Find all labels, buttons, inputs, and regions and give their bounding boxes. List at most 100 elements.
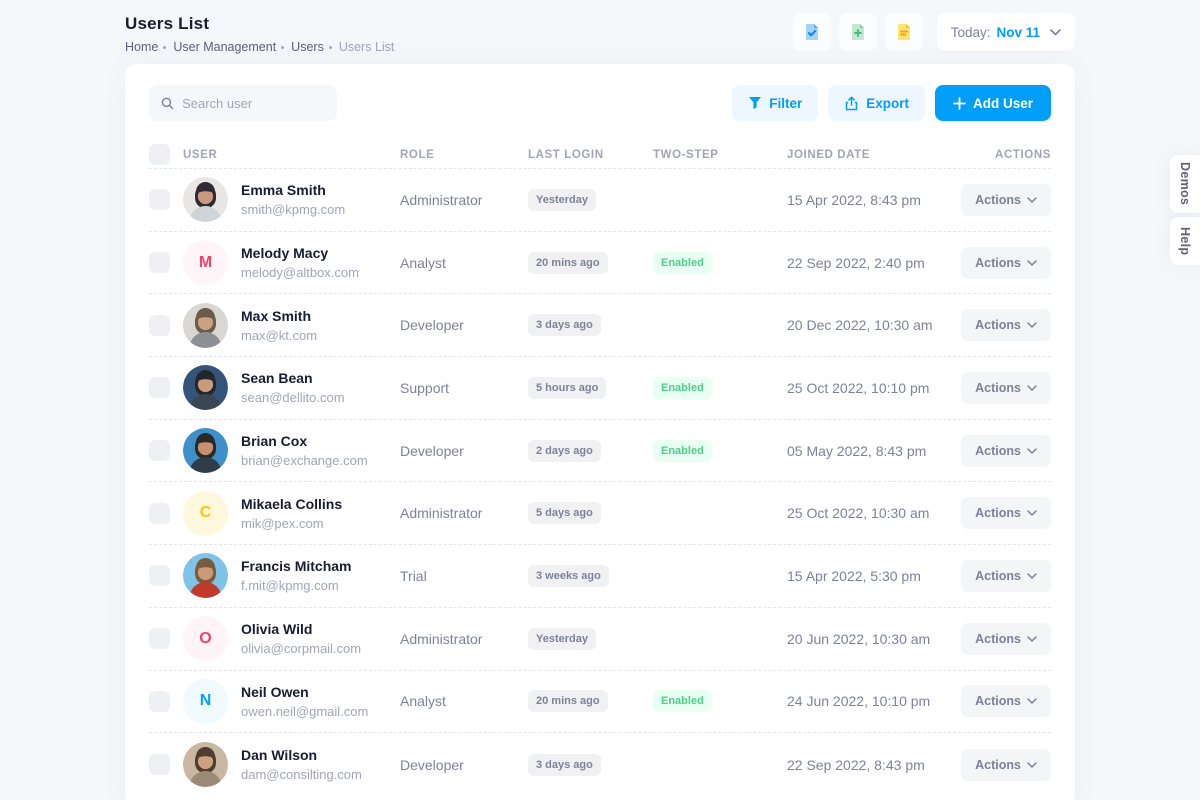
chevron-down-icon [1027, 762, 1037, 768]
actions-cell: Actions [951, 560, 1051, 592]
user-cell: Dan Wilson dam@consilting.com [183, 742, 400, 787]
row-checkbox[interactable] [149, 440, 170, 461]
last-login-cell: Yesterday [528, 189, 653, 211]
row-checkbox-cell [149, 628, 183, 649]
avatar[interactable] [183, 553, 228, 598]
chevron-down-icon [1027, 573, 1037, 579]
doc-lines-icon[interactable] [885, 13, 923, 51]
user-name[interactable]: Emma Smith [241, 182, 345, 198]
chevron-down-icon [1027, 698, 1037, 704]
user-name[interactable]: Brian Cox [241, 433, 368, 449]
last-login-badge: Yesterday [528, 628, 596, 650]
table-row: Emma Smith smith@kpmg.com Administrator … [149, 169, 1051, 232]
actions-button[interactable]: Actions [961, 309, 1051, 341]
actions-button[interactable]: Actions [961, 623, 1051, 655]
user-email: sean@dellito.com [241, 390, 345, 405]
export-button[interactable]: Export [828, 85, 925, 121]
user-cell: C Mikaela Collins mik@pex.com [183, 491, 400, 536]
last-login-cell: 20 mins ago [528, 690, 653, 712]
row-checkbox[interactable] [149, 754, 170, 775]
avatar[interactable]: M [183, 240, 228, 285]
user-name[interactable]: Max Smith [241, 308, 317, 324]
doc-check-icon[interactable] [793, 13, 831, 51]
table-row: M Melody Macy melody@altbox.com Analyst … [149, 232, 1051, 295]
user-name[interactable]: Melody Macy [241, 245, 359, 261]
user-email: dam@consilting.com [241, 767, 362, 782]
row-checkbox[interactable] [149, 377, 170, 398]
export-icon [844, 96, 859, 111]
row-checkbox-cell [149, 315, 183, 336]
user-name[interactable]: Dan Wilson [241, 747, 362, 763]
last-login-badge: 3 weeks ago [528, 565, 609, 587]
two-step-cell: Enabled [653, 252, 787, 274]
user-name[interactable]: Mikaela Collins [241, 496, 342, 512]
joined-date-cell: 22 Sep 2022, 2:40 pm [787, 255, 951, 271]
last-login-cell: 3 days ago [528, 314, 653, 336]
row-checkbox[interactable] [149, 628, 170, 649]
row-checkbox[interactable] [149, 315, 170, 336]
avatar[interactable] [183, 303, 228, 348]
avatar[interactable] [183, 742, 228, 787]
row-checkbox[interactable] [149, 252, 170, 273]
last-login-cell: 20 mins ago [528, 252, 653, 274]
joined-date-cell: 05 May 2022, 8:43 pm [787, 443, 951, 459]
actions-cell: Actions [951, 247, 1051, 279]
avatar[interactable]: C [183, 491, 228, 536]
breadcrumb-item-users[interactable]: Users [291, 40, 324, 54]
column-header-last-login: LAST LOGIN [528, 149, 653, 161]
actions-cell: Actions [951, 623, 1051, 655]
user-info: Dan Wilson dam@consilting.com [241, 747, 362, 782]
row-checkbox[interactable] [149, 503, 170, 524]
avatar[interactable]: O [183, 616, 228, 661]
actions-button[interactable]: Actions [961, 372, 1051, 404]
actions-button[interactable]: Actions [961, 435, 1051, 467]
user-name[interactable]: Francis Mitcham [241, 558, 351, 574]
row-checkbox[interactable] [149, 565, 170, 586]
last-login-badge: 3 days ago [528, 314, 601, 336]
add-user-button[interactable]: Add User [935, 85, 1051, 121]
avatar[interactable] [183, 428, 228, 473]
role-cell: Administrator [400, 631, 528, 647]
breadcrumb-item-user-management[interactable]: User Management [173, 40, 276, 54]
demos-tab[interactable]: Demos [1170, 155, 1200, 213]
page-header: Users List Home User Management Users Us… [125, 0, 1075, 64]
last-login-badge: 5 hours ago [528, 377, 606, 399]
user-name[interactable]: Sean Bean [241, 370, 345, 386]
actions-button[interactable]: Actions [961, 184, 1051, 216]
actions-button[interactable]: Actions [961, 247, 1051, 279]
breadcrumb-item-home[interactable]: Home [125, 40, 158, 54]
user-info: Mikaela Collins mik@pex.com [241, 496, 342, 531]
last-login-badge: 2 days ago [528, 440, 601, 462]
user-cell: Max Smith max@kt.com [183, 303, 400, 348]
user-name[interactable]: Neil Owen [241, 684, 368, 700]
actions-button[interactable]: Actions [961, 749, 1051, 781]
joined-date-cell: 25 Oct 2022, 10:30 am [787, 505, 951, 521]
doc-plus-icon[interactable] [839, 13, 877, 51]
avatar[interactable] [183, 365, 228, 410]
two-step-badge: Enabled [653, 377, 712, 399]
actions-cell: Actions [951, 497, 1051, 529]
help-tab[interactable]: Help [1170, 217, 1200, 265]
select-all-checkbox[interactable] [149, 144, 170, 165]
chevron-down-icon [1027, 197, 1037, 203]
plus-icon [953, 97, 966, 110]
user-name[interactable]: Olivia Wild [241, 621, 361, 637]
date-picker[interactable]: Today: Nov 11 [937, 13, 1075, 51]
row-checkbox[interactable] [149, 691, 170, 712]
row-checkbox[interactable] [149, 189, 170, 210]
two-step-badge: Enabled [653, 252, 712, 274]
search-input[interactable] [182, 96, 325, 111]
user-cell: Francis Mitcham f.mit@kpmg.com [183, 553, 400, 598]
actions-button[interactable]: Actions [961, 685, 1051, 717]
avatar[interactable]: N [183, 679, 228, 724]
user-info: Sean Bean sean@dellito.com [241, 370, 345, 405]
avatar[interactable] [183, 177, 228, 222]
breadcrumb-separator [329, 46, 332, 49]
actions-cell: Actions [951, 435, 1051, 467]
row-checkbox-cell [149, 252, 183, 273]
actions-button[interactable]: Actions [961, 497, 1051, 529]
filter-button[interactable]: Filter [732, 85, 818, 121]
table-body: Emma Smith smith@kpmg.com Administrator … [149, 169, 1051, 796]
actions-button[interactable]: Actions [961, 560, 1051, 592]
row-checkbox-cell [149, 565, 183, 586]
